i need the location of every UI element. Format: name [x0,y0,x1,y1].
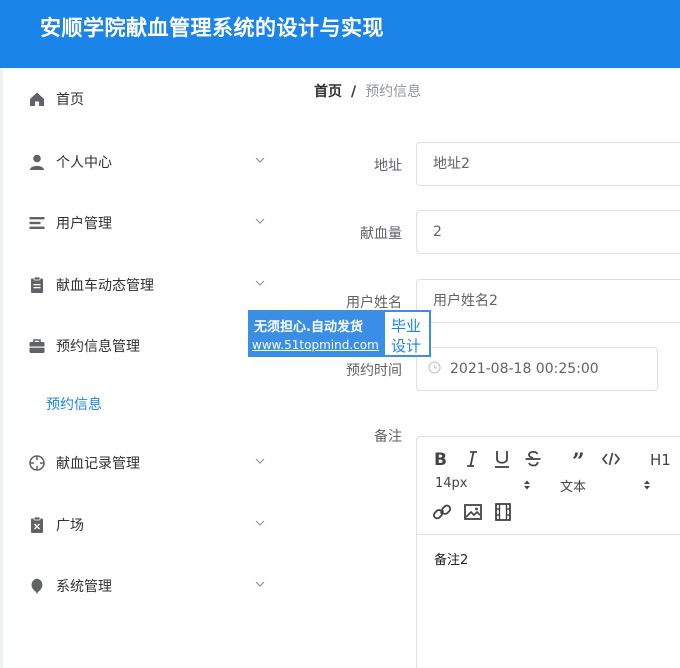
sidebar-item-label: 个人中心 [56,155,112,171]
breadcrumb-home[interactable]: 首页 [314,84,342,100]
chevron-down-icon [255,157,265,163]
watermark-box-line2: 设计 [391,337,422,355]
briefcase-icon [29,339,45,353]
sidebar: 首页 个人中心 用户管理 献血车动态管理 预约信息管理 预约信息 献血记录管理 … [0,68,290,668]
heading-1-icon[interactable]: H1 [648,448,674,470]
text-style-select[interactable]: 文本 [560,476,652,495]
chevron-down-icon [255,458,265,464]
editor-content[interactable]: 备注2 [434,549,468,568]
select-arrows-icon [644,480,650,490]
font-size-select[interactable]: 14px [435,476,530,491]
amount-label: 献血量 [360,226,402,242]
address-input[interactable]: 地址2 [416,142,680,186]
sidebar-item-home[interactable]: 首页 [0,79,290,119]
quote-icon[interactable]: ” [569,448,591,470]
watermark-text: 无须担心.自动发货 [254,320,363,335]
editor-toolbar: B ” H1 14px 文本 [417,437,680,535]
chevron-down-icon [255,581,265,587]
sidebar-item-user-management[interactable]: 用户管理 [0,203,290,243]
crosshair-icon [29,455,45,471]
svg-text:”: ” [572,449,585,470]
chevron-down-icon [255,218,265,224]
chevron-down-icon [255,280,265,286]
sidebar-item-system-management[interactable]: 系统管理 [0,566,290,606]
name-input[interactable]: 用户姓名2 [416,279,680,323]
watermark-url: www.51topmind.com [252,338,379,352]
list-icon [29,217,45,229]
sidebar-item-label: 首页 [56,92,84,108]
sidebar-item-label: 献血记录管理 [56,456,140,472]
bold-icon[interactable]: B [430,448,452,470]
sidebar-item-label: 系统管理 [56,579,112,595]
breadcrumb: 首页 / 预约信息 [314,81,421,101]
home-icon [30,92,44,106]
text-style-value: 文本 [560,480,587,495]
leaf-icon [31,578,43,594]
watermark-box: 毕业 设计 [383,310,431,357]
sidebar-item-donation-records[interactable]: 献血记录管理 [0,443,290,483]
user-icon [30,154,44,170]
link-icon[interactable] [431,501,453,523]
time-label: 预约时间 [346,363,402,379]
sidebar-item-label: 广场 [56,518,84,534]
remark-label: 备注 [374,429,402,445]
app-title: 安顺学院献血管理系统的设计与实现 [40,16,384,40]
sidebar-item-vehicle-management[interactable]: 献血车动态管理 [0,265,290,305]
svg-text:H1: H1 [650,451,671,469]
breadcrumb-current: 预约信息 [365,84,422,100]
chevron-down-icon [255,520,265,526]
underline-icon[interactable] [491,448,513,470]
clipboard-icon [31,276,43,293]
clipboard-x-icon [31,516,43,533]
amount-input[interactable]: 2 [416,210,680,254]
sidebar-item-personal-center[interactable]: 个人中心 [0,142,290,182]
name-label: 用户姓名 [346,295,402,311]
address-label: 地址 [374,158,402,174]
sidebar-item-label: 用户管理 [56,216,112,232]
watermark-box-line1: 毕业 [391,317,422,335]
rich-text-editor: B ” H1 14px 文本 备注2 [416,436,680,668]
sidebar-subitem-label: 预约信息 [46,397,102,413]
sidebar-subitem-appointment-info[interactable]: 预约信息 [0,384,290,424]
sidebar-item-label: 献血车动态管理 [56,278,154,294]
sidebar-item-square[interactable]: 广场 [0,505,290,545]
clock-icon [428,361,441,374]
time-picker-input[interactable]: 2021-08-18 00:25:00 [416,347,658,391]
strikethrough-icon[interactable] [522,448,544,470]
select-arrows-icon [524,480,530,490]
video-icon[interactable] [492,501,514,523]
font-size-value: 14px [435,476,468,491]
code-icon[interactable] [600,448,622,470]
watermark-banner: 无须担心.自动发货 www.51topmind.com [248,310,383,357]
app-header: 安顺学院献血管理系统的设计与实现 [0,0,680,68]
sidebar-item-appointment-management[interactable]: 预约信息管理 [0,326,290,366]
watermark-badge: 无须担心.自动发货 www.51topmind.com 毕业 设计 [248,310,431,357]
sidebar-item-label: 预约信息管理 [56,339,140,355]
breadcrumb-separator: / [351,84,357,100]
italic-icon[interactable] [461,448,483,470]
image-icon[interactable] [462,501,484,523]
svg-text:B: B [434,450,447,470]
